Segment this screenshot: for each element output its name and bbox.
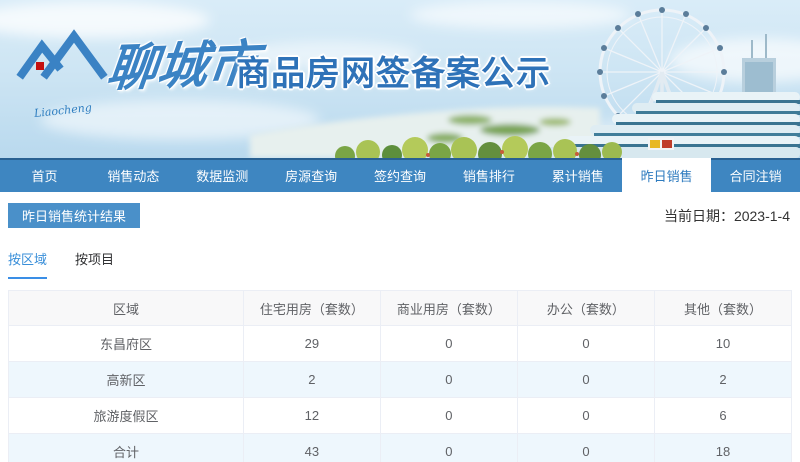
column-header: 住宅用房（套数） <box>242 290 381 326</box>
header-banner: Liaocheng 聊城市 商品房网签备案公示 <box>0 0 800 158</box>
table-cell: 旅游度假区 <box>8 397 244 434</box>
subtab-1-active[interactable]: 按区域 <box>8 249 48 279</box>
building-sign <box>650 140 660 148</box>
table-header-row: 区域 住宅用房（套数） 商业用房（套数） 办公（套数） 其他（套数） <box>8 290 793 326</box>
nav-item-8-active[interactable]: 昨日销售 <box>622 158 712 192</box>
table-cell: 0 <box>379 361 518 398</box>
table-cell: 18 <box>653 433 793 462</box>
column-header: 商业用房（套数） <box>379 290 518 326</box>
mountain-m-logo-icon <box>16 29 108 80</box>
section-title-badge: 昨日销售统计结果 <box>8 203 141 228</box>
table-row: 合计 43 0 0 18 <box>8 433 793 462</box>
current-date-label: 当前日期：2023-1-4 <box>663 207 790 224</box>
site-title: 商品房网签备案公示 <box>236 55 551 93</box>
nav-item-2[interactable]: 销售动态 <box>89 158 178 192</box>
nav-item-9[interactable]: 合同注销 <box>711 158 800 192</box>
table-cell: 高新区 <box>8 361 244 398</box>
logo-red-square <box>36 62 44 70</box>
subtab-2[interactable]: 按项目 <box>75 249 114 279</box>
nav-item-4[interactable]: 房源查询 <box>267 158 356 192</box>
table-cell: 6 <box>653 397 793 434</box>
column-header: 办公（套数） <box>516 290 655 326</box>
table-row: 旅游度假区 12 0 0 6 <box>8 397 793 434</box>
nav-item-3[interactable]: 数据监测 <box>178 158 267 192</box>
main-nav: 首页 销售动态 数据监测 房源查询 签约查询 销售排行 累计销售 昨日销售 合同注销 <box>0 158 800 192</box>
nav-item-7[interactable]: 累计销售 <box>533 158 622 192</box>
table-cell: 0 <box>379 325 518 362</box>
table-cell: 29 <box>242 325 381 362</box>
liaocheng-logo: Liaocheng <box>16 28 116 120</box>
nav-item-5[interactable]: 签约查询 <box>356 158 445 192</box>
table-cell: 10 <box>653 325 793 362</box>
content-area: 昨日销售统计结果 当前日期：2023-1-4 按区域 按项目 区域 住宅用房（套数）… <box>0 203 800 462</box>
column-header: 区域 <box>8 290 244 326</box>
table-cell: 东昌府区 <box>8 325 244 362</box>
table-cell: 0 <box>379 433 518 462</box>
table-cell: 2 <box>242 361 381 398</box>
table-row: 东昌府区 29 0 0 10 <box>8 325 793 362</box>
table-cell: 12 <box>242 397 381 434</box>
view-subtabs: 按区域 按项目 <box>8 249 792 279</box>
table-cell: 0 <box>516 325 655 362</box>
nav-item-6[interactable]: 销售排行 <box>444 158 533 192</box>
stats-table-wrap: 区域 住宅用房（套数） 商业用房（套数） 办公（套数） 其他（套数） 东昌府区 29 0 0 1… <box>8 290 793 462</box>
table-cell: 2 <box>653 361 793 398</box>
column-header: 其他（套数） <box>653 290 793 326</box>
table-row: 高新区 2 0 0 2 <box>8 361 793 398</box>
table-cell: 0 <box>516 397 655 434</box>
content-header: 昨日销售统计结果 当前日期：2023-1-4 <box>8 203 792 228</box>
table-cell: 0 <box>516 433 655 462</box>
table-cell: 43 <box>242 433 381 462</box>
table-cell: 0 <box>516 361 655 398</box>
table-cell: 合计 <box>8 433 244 462</box>
stats-table: 区域 住宅用房（套数） 商业用房（套数） 办公（套数） 其他（套数） 东昌府区 29 0 0 1… <box>8 290 793 462</box>
table-cell: 0 <box>379 397 518 434</box>
nav-item-1[interactable]: 首页 <box>0 158 89 192</box>
